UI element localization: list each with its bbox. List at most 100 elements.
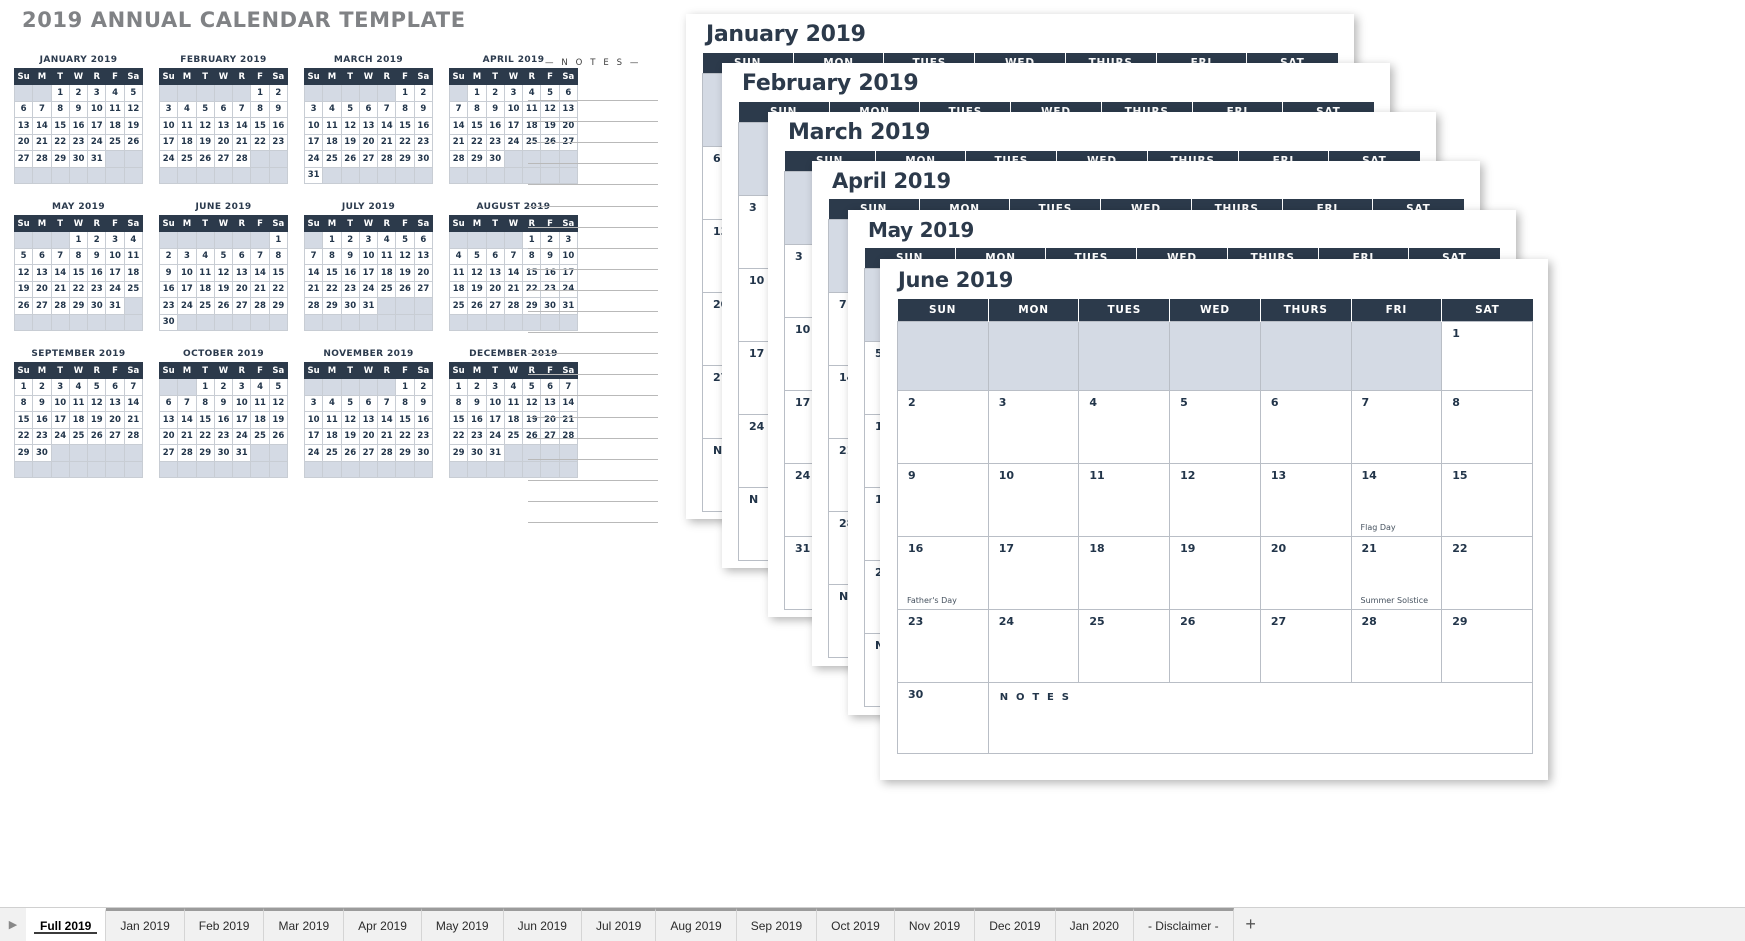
mini-day-cell[interactable]: 7: [303, 247, 324, 265]
mini-day-empty[interactable]: [177, 231, 197, 249]
mini-day-cell[interactable]: 25: [250, 427, 270, 445]
front-day-cell[interactable]: 27: [1259, 609, 1352, 683]
mini-day-cell[interactable]: 10: [87, 100, 107, 118]
mini-day-empty[interactable]: [32, 231, 52, 249]
mini-day-empty[interactable]: [68, 166, 89, 184]
mini-day-cell[interactable]: 5: [340, 394, 360, 412]
mini-day-cell[interactable]: 8: [395, 394, 415, 412]
mini-day-empty[interactable]: [213, 166, 234, 184]
mini-day-cell[interactable]: 11: [195, 264, 215, 282]
front-day-cell[interactable]: 15: [1441, 463, 1533, 537]
mini-day-cell[interactable]: 22: [268, 280, 289, 298]
annual-note-line[interactable]: [528, 354, 658, 376]
mini-day-cell[interactable]: 29: [395, 150, 415, 168]
mini-day-cell[interactable]: 2: [340, 231, 360, 249]
mini-day-empty[interactable]: [232, 313, 252, 331]
mini-day-cell[interactable]: 22: [322, 280, 342, 298]
mini-day-cell[interactable]: 6: [485, 247, 505, 265]
mini-day-cell[interactable]: 1: [268, 231, 289, 249]
mini-day-cell[interactable]: 7: [448, 100, 469, 118]
mini-day-cell[interactable]: 28: [303, 297, 324, 315]
mini-day-cell[interactable]: 17: [87, 117, 107, 135]
front-day-cell[interactable]: 11: [1078, 463, 1171, 537]
mini-day-empty[interactable]: [448, 84, 469, 102]
front-day-cell[interactable]: 6: [1259, 390, 1352, 464]
mini-day-cell[interactable]: 30: [485, 150, 505, 168]
mini-day-empty[interactable]: [303, 84, 324, 102]
mini-day-cell[interactable]: 4: [195, 247, 215, 265]
mini-day-cell[interactable]: 22: [395, 133, 415, 151]
mini-day-cell[interactable]: 28: [50, 297, 70, 315]
sheet-tab-apr-2019[interactable]: Apr 2019: [344, 908, 422, 941]
mini-day-cell[interactable]: 4: [68, 378, 89, 396]
mini-day-cell[interactable]: 21: [32, 133, 52, 151]
mini-day-cell[interactable]: 17: [50, 411, 70, 429]
mini-day-empty[interactable]: [105, 313, 125, 331]
mini-day-empty[interactable]: [177, 460, 197, 478]
mini-day-cell[interactable]: 9: [68, 100, 89, 118]
front-day-cell[interactable]: 21 Summer Solstice: [1350, 536, 1443, 610]
mini-day-cell[interactable]: 3: [232, 378, 252, 396]
mini-day-cell[interactable]: 21: [377, 133, 397, 151]
tab-scroll-right-icon[interactable]: ▶: [0, 908, 26, 941]
front-day-cell[interactable]: 18: [1078, 536, 1171, 610]
mini-day-cell[interactable]: 24: [105, 280, 125, 298]
mini-day-cell[interactable]: 26: [395, 280, 415, 298]
mini-day-cell[interactable]: 26: [87, 427, 107, 445]
mini-day-empty[interactable]: [158, 166, 179, 184]
mini-day-cell[interactable]: 11: [123, 247, 144, 265]
mini-day-cell[interactable]: 16: [467, 411, 487, 429]
mini-day-cell[interactable]: 29: [68, 297, 89, 315]
mini-day-cell[interactable]: 17: [177, 280, 197, 298]
mini-day-empty[interactable]: [303, 313, 324, 331]
mini-day-cell[interactable]: 10: [50, 394, 70, 412]
mini-day-empty[interactable]: [503, 313, 524, 331]
front-day-cell[interactable]: 3: [987, 390, 1080, 464]
mini-day-cell[interactable]: 4: [377, 231, 397, 249]
mini-day-cell[interactable]: 14: [448, 117, 469, 135]
mini-day-empty[interactable]: [395, 166, 415, 184]
annual-note-line[interactable]: [528, 312, 658, 334]
mini-day-cell[interactable]: 3: [485, 378, 505, 396]
mini-day-cell[interactable]: 21: [448, 133, 469, 151]
mini-day-cell[interactable]: 18: [448, 280, 469, 298]
mini-day-cell[interactable]: 5: [87, 378, 107, 396]
mini-day-cell[interactable]: 8: [68, 247, 89, 265]
mini-day-cell[interactable]: 12: [123, 100, 144, 118]
mini-day-cell[interactable]: 11: [177, 117, 197, 135]
mini-day-empty[interactable]: [232, 460, 252, 478]
mini-day-empty[interactable]: [13, 84, 34, 102]
mini-day-empty[interactable]: [250, 460, 270, 478]
mini-day-cell[interactable]: 24: [177, 297, 197, 315]
sheet-tab-jan-2019[interactable]: Jan 2019: [106, 908, 185, 941]
mini-day-empty[interactable]: [395, 313, 415, 331]
mini-day-cell[interactable]: 2: [467, 378, 487, 396]
mini-day-cell[interactable]: 30: [68, 150, 89, 168]
front-day-cell[interactable]: [897, 321, 989, 391]
mini-day-cell[interactable]: 18: [177, 133, 197, 151]
mini-day-empty[interactable]: [467, 313, 487, 331]
mini-day-empty[interactable]: [268, 460, 289, 478]
mini-day-cell[interactable]: 15: [395, 117, 415, 135]
mini-day-cell[interactable]: 13: [485, 264, 505, 282]
mini-day-empty[interactable]: [485, 166, 505, 184]
mini-day-empty[interactable]: [195, 166, 215, 184]
front-notes-cell[interactable]: N O T E S: [987, 682, 1534, 754]
front-day-cell[interactable]: 2: [897, 390, 989, 464]
mini-day-empty[interactable]: [268, 166, 289, 184]
annual-note-line[interactable]: [528, 164, 658, 186]
mini-day-cell[interactable]: 13: [32, 264, 52, 282]
mini-day-cell[interactable]: 10: [503, 100, 524, 118]
mini-day-cell[interactable]: 20: [213, 133, 234, 151]
mini-day-cell[interactable]: 1: [195, 378, 215, 396]
mini-day-cell[interactable]: 14: [232, 117, 252, 135]
mini-day-empty[interactable]: [340, 84, 360, 102]
mini-day-cell[interactable]: 13: [358, 117, 379, 135]
mini-day-empty[interactable]: [413, 460, 434, 478]
mini-day-cell[interactable]: 17: [503, 117, 524, 135]
mini-day-empty[interactable]: [123, 460, 144, 478]
mini-day-empty[interactable]: [13, 313, 34, 331]
annual-note-line[interactable]: [528, 122, 658, 144]
mini-day-empty[interactable]: [358, 460, 379, 478]
mini-day-empty[interactable]: [158, 231, 179, 249]
